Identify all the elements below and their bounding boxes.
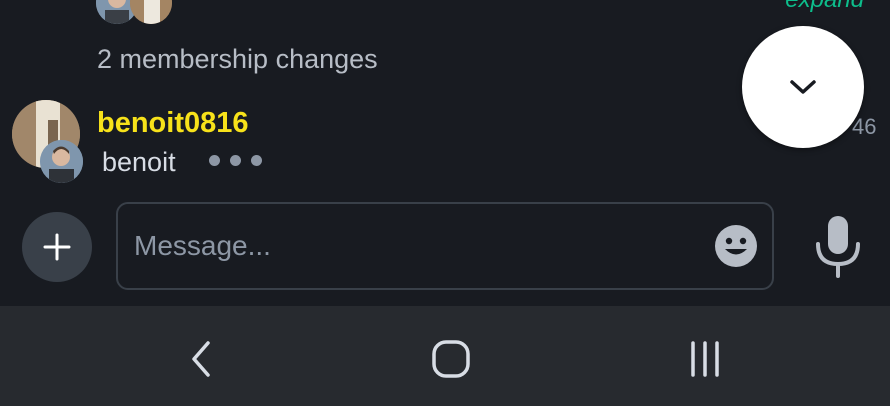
voice-message-button[interactable] <box>812 214 864 280</box>
system-navigation-bar <box>0 306 890 406</box>
expand-link[interactable]: expand <box>785 0 864 14</box>
message-timestamp: 46 <box>852 114 877 139</box>
back-icon <box>192 341 210 377</box>
typing-user-name: benoit <box>102 147 176 177</box>
nav-home-button[interactable] <box>426 334 476 384</box>
typing-dot <box>251 155 262 166</box>
avatar <box>130 0 172 24</box>
typing-user-avatar <box>40 140 83 183</box>
typing-dot <box>209 155 220 166</box>
add-attachment-button[interactable] <box>22 212 92 282</box>
plus-icon <box>43 233 71 261</box>
message-composer: Message... <box>0 192 890 306</box>
emoji-button[interactable] <box>714 224 758 268</box>
microphone-icon <box>816 216 860 278</box>
nav-recents-button[interactable] <box>680 334 730 384</box>
message-placeholder: Message... <box>134 230 271 261</box>
sender-name[interactable]: benoit0816 <box>97 107 249 140</box>
emoji-icon <box>715 225 757 267</box>
chevron-down-icon <box>790 80 816 94</box>
membership-avatars[interactable] <box>96 0 176 26</box>
home-icon <box>432 340 470 378</box>
typing-indicator <box>209 155 262 166</box>
nav-back-button[interactable] <box>176 334 226 384</box>
message-input[interactable]: Message... <box>116 202 774 290</box>
message-timeline: expand 2 membership changes benoit0816 4… <box>0 0 890 192</box>
typing-dot <box>230 155 241 166</box>
recents-icon <box>691 341 719 377</box>
membership-changes-summary[interactable]: 2 membership changes <box>97 44 378 75</box>
scroll-to-bottom-button[interactable] <box>742 26 864 148</box>
